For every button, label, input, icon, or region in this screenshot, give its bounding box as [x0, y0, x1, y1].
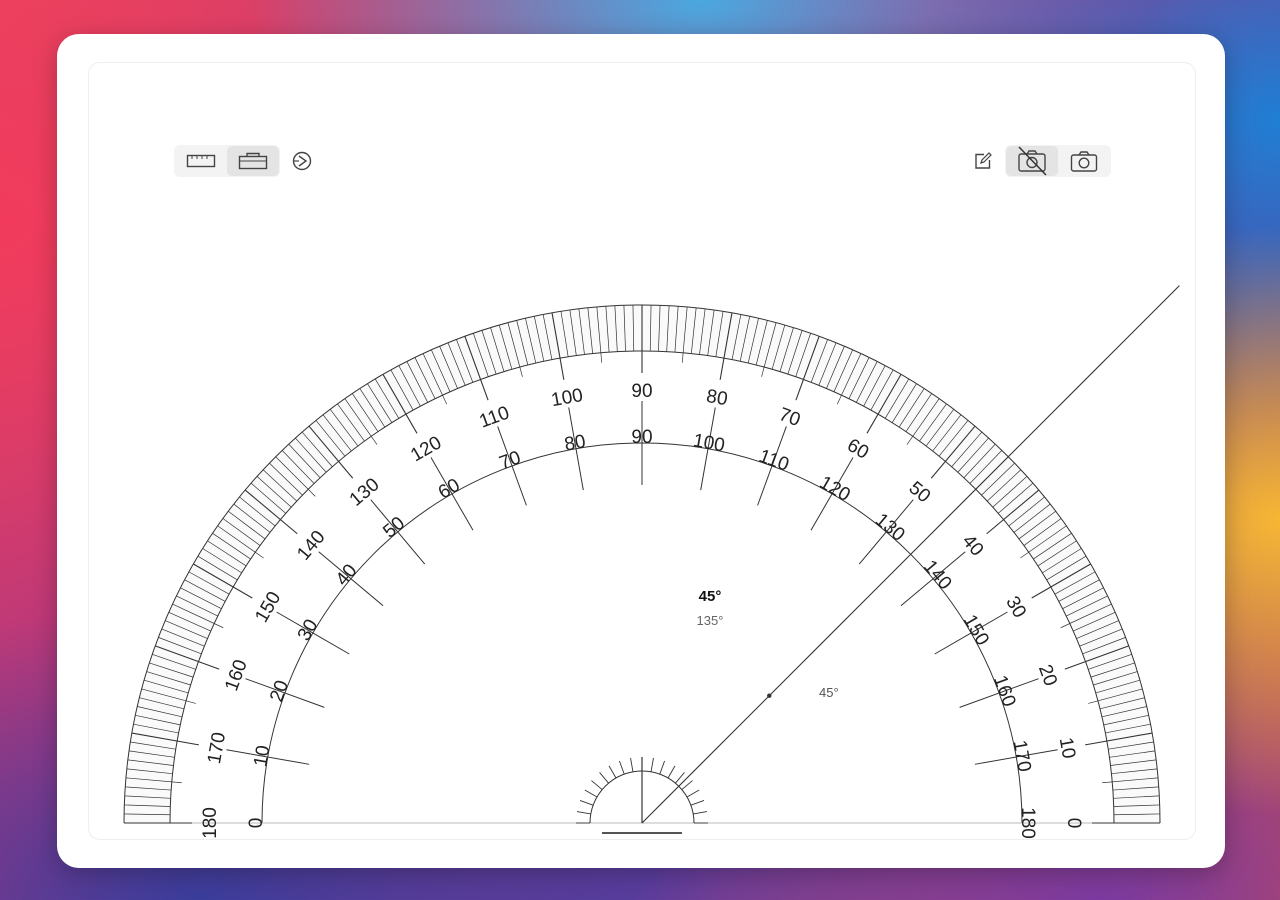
outer-degree-label: 180	[200, 807, 221, 839]
inner-degree-label: 50	[379, 513, 409, 543]
mode-toolbar	[174, 145, 320, 177]
center-tick	[591, 780, 603, 790]
inner-degree-label: 170	[1009, 739, 1035, 774]
inner-degree-label: 120	[816, 472, 854, 506]
protractor-mode-button[interactable]	[227, 146, 279, 176]
outer-degree-label: 20	[1034, 662, 1061, 689]
center-tick	[650, 757, 654, 772]
center-tick	[599, 772, 609, 784]
center-tick	[667, 765, 676, 779]
outer-degree-label: 160	[221, 657, 252, 694]
measure-line-handle	[767, 693, 772, 698]
center-tick	[608, 765, 617, 779]
camera-button[interactable]	[1058, 146, 1110, 176]
supplementary-angle-readout: 135°	[696, 613, 724, 628]
protractor[interactable]: 0102030405060708090100110120130140150160…	[89, 63, 1195, 839]
center-tick	[690, 800, 705, 806]
protractor-icon	[238, 152, 268, 170]
outer-degree-label: 130	[346, 474, 384, 510]
outer-degree-label: 100	[550, 385, 585, 411]
outer-degree-label: 60	[843, 435, 872, 464]
angle-readout: 45°	[698, 588, 722, 605]
center-tick	[659, 760, 665, 775]
camera-icon	[1070, 151, 1098, 172]
outer-degree-label: 40	[958, 531, 988, 561]
capture-toolbar	[965, 145, 1111, 177]
inner-degree-label: 90	[631, 427, 652, 448]
outer-degree-label: 50	[905, 478, 935, 508]
camera-off-icon	[1018, 146, 1047, 176]
outer-degree-label: 30	[1001, 593, 1030, 622]
outer-degree-label: 150	[251, 588, 285, 626]
camera-off-button[interactable]	[1006, 146, 1058, 176]
center-tick	[584, 789, 598, 798]
outer-degree-label: 170	[204, 731, 230, 766]
outer-degree-label: 10	[1055, 736, 1079, 760]
inner-degree-label: 80	[563, 431, 587, 455]
center-tick	[576, 811, 591, 815]
inner-degree-label: 30	[294, 616, 323, 645]
inner-degree-label: 60	[435, 475, 464, 504]
theme-icon	[292, 151, 312, 171]
camera-switcher	[1005, 145, 1111, 177]
center-tick	[693, 811, 708, 815]
edit-button[interactable]	[965, 146, 1001, 176]
outer-degree-label: 90	[631, 381, 652, 402]
outer-degree-label: 120	[407, 432, 445, 466]
inner-degree-label: 140	[919, 556, 955, 594]
outer-degree-label: 140	[293, 527, 329, 565]
outer-degree-label: 0	[1063, 818, 1084, 829]
inner-degree-label: 160	[989, 673, 1020, 710]
center-tick	[579, 800, 594, 806]
protractor-canvas[interactable]: 0 10 20 30 40 50 60 70 80 90 100 110 120 130 140 150 160…	[88, 62, 1196, 840]
inner-degree-label: 130	[871, 509, 909, 545]
ruler-mode-button[interactable]	[175, 146, 227, 176]
center-tick	[686, 789, 700, 798]
inner-degree-label: 10	[250, 744, 274, 768]
inner-degree-label: 0	[246, 818, 267, 829]
mode-switcher	[174, 145, 280, 177]
ruler-icon	[186, 154, 216, 168]
inner-degree-label: 180	[1017, 807, 1038, 839]
center-tick	[619, 760, 625, 775]
outer-degree-label: 70	[776, 404, 803, 431]
measure-line-label: 45°	[819, 685, 839, 700]
center-tick	[630, 757, 634, 772]
inner-degree-label: 40	[332, 560, 362, 590]
app-window: 0 10 20 30 40 50 60 70 80 90 100 110 120 130 140 150 160…	[57, 34, 1225, 868]
outer-degree-label: 110	[477, 402, 513, 432]
inner-degree-label: 150	[959, 611, 993, 649]
inner-degree-label: 100	[692, 430, 727, 456]
outer-degree-label: 80	[705, 386, 729, 410]
edit-icon	[975, 152, 992, 169]
theme-button[interactable]	[284, 146, 320, 176]
